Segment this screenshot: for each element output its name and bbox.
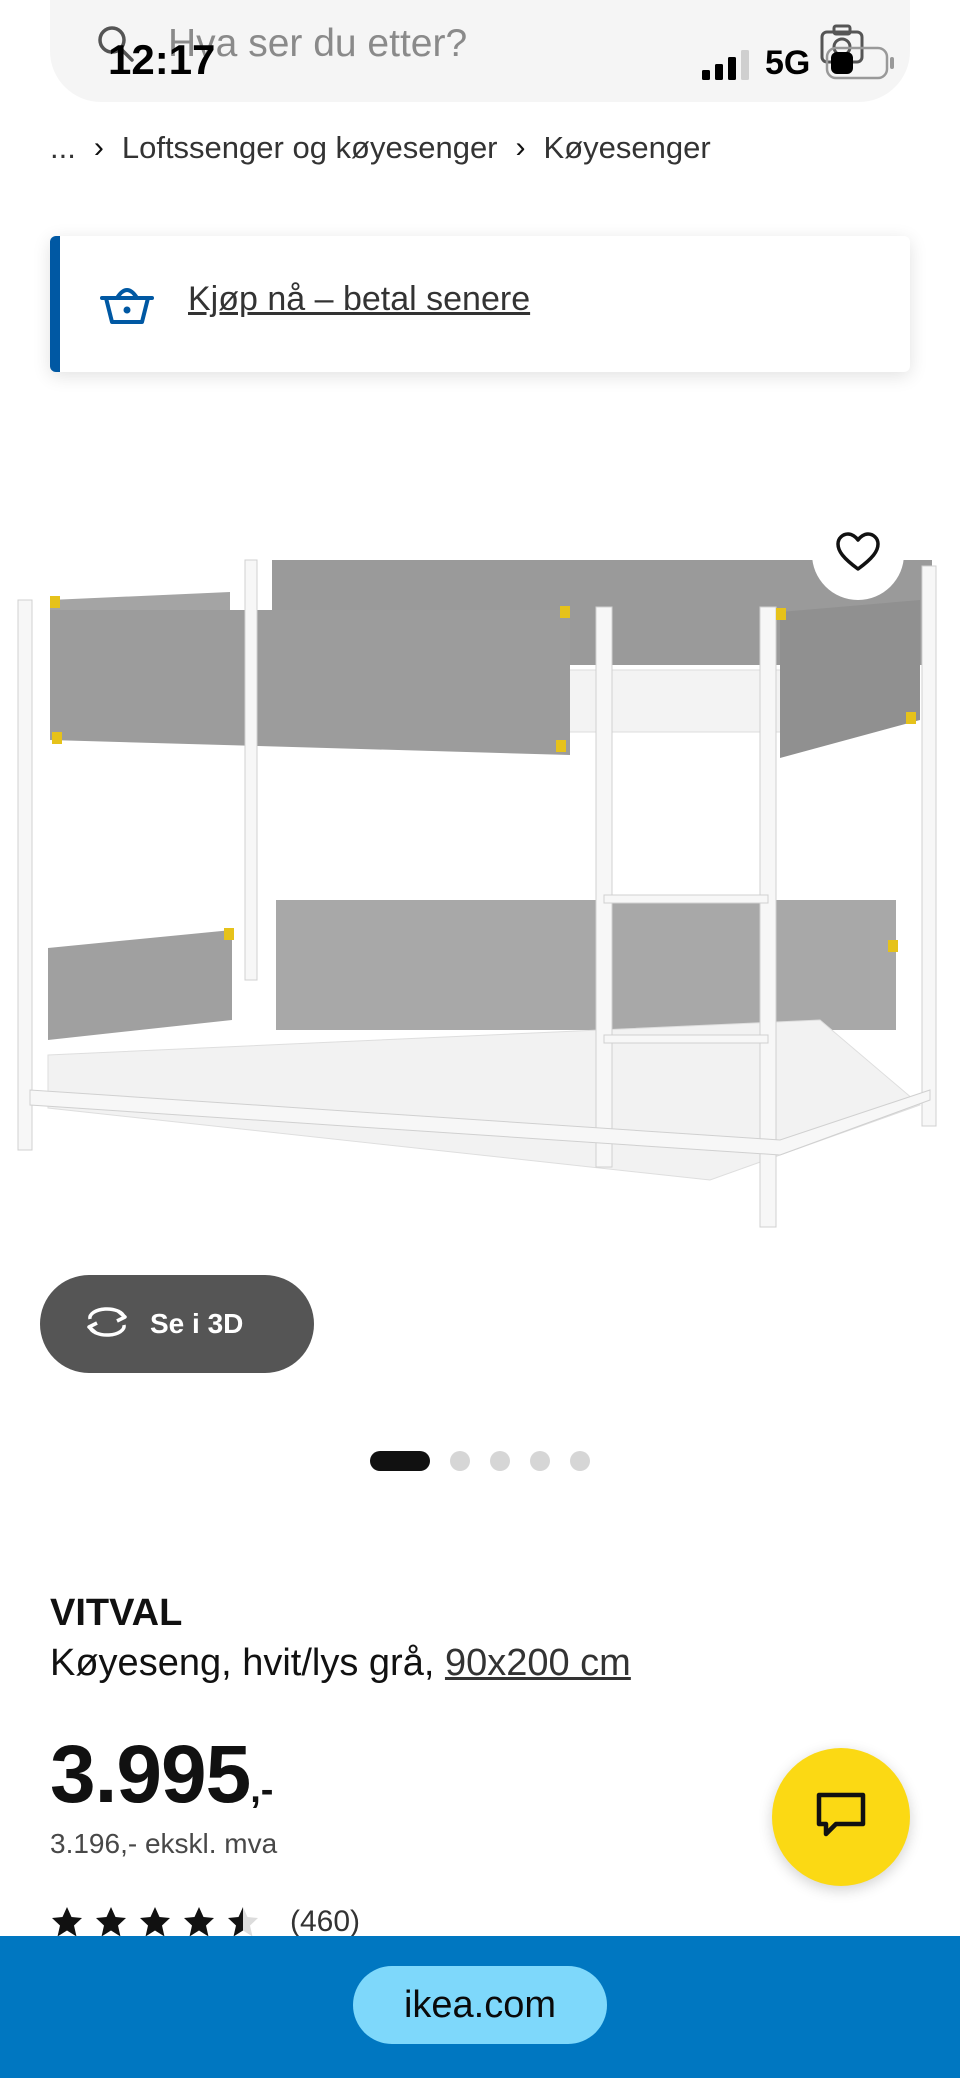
carousel-dot[interactable] xyxy=(450,1451,470,1471)
size-link[interactable]: 90x200 cm xyxy=(445,1642,631,1684)
network-label: 5G xyxy=(765,44,811,82)
url-field[interactable]: ikea.com xyxy=(353,1966,607,2044)
price: 3.995,- xyxy=(50,1728,273,1822)
rating-stars xyxy=(50,1905,260,1939)
chat-button[interactable] xyxy=(772,1748,910,1886)
see-in-3d-label: Se i 3D xyxy=(150,1308,244,1339)
price-suffix: ,- xyxy=(250,1769,274,1811)
star-icon xyxy=(96,1907,126,1937)
chat-icon xyxy=(814,1790,868,1845)
star-icon xyxy=(140,1907,170,1937)
carousel-dot[interactable] xyxy=(490,1451,510,1471)
price-ex-vat: 3.196,- ekskl. mva xyxy=(50,1828,278,1859)
product-image[interactable] xyxy=(0,500,960,1380)
price-main: 3.995 xyxy=(50,1729,251,1820)
buy-now-pay-later-link[interactable]: Kjøp nå – betal senere xyxy=(188,280,530,319)
buy-now-pay-later-banner[interactable]: Kjøp nå – betal senere xyxy=(50,236,910,372)
review-count[interactable]: (460) xyxy=(290,1905,360,1939)
breadcrumb-more[interactable]: ... xyxy=(50,130,76,166)
breadcrumb-koyesenger[interactable]: Køyesenger xyxy=(544,130,711,166)
heart-icon xyxy=(835,531,881,578)
breadcrumb-separator: › xyxy=(515,131,526,164)
carousel-dot[interactable] xyxy=(570,1451,590,1471)
breadcrumb-loftssenger[interactable]: Loftssenger og køyesenger xyxy=(122,130,498,166)
signal-icon xyxy=(700,50,752,80)
carousel-dot[interactable] xyxy=(370,1451,430,1471)
status-time: 12:17 xyxy=(108,36,216,83)
breadcrumb: ... › Loftssenger og køyesenger › Køyese… xyxy=(50,130,711,166)
breadcrumb-separator: › xyxy=(93,131,104,164)
battery-icon xyxy=(825,46,895,80)
star-icon xyxy=(52,1907,82,1937)
rotate-3d-icon xyxy=(82,1305,132,1344)
product-description: Køyeseng, hvit/lys grå, 90x200 cm xyxy=(50,1642,631,1685)
product-name: VITVAL xyxy=(50,1592,183,1634)
carousel-dot[interactable] xyxy=(530,1451,550,1471)
product-description-text: Køyeseng, hvit/lys grå, xyxy=(50,1642,435,1684)
star-icon xyxy=(228,1907,258,1937)
rating[interactable]: (460) xyxy=(50,1905,360,1939)
favorite-button[interactable] xyxy=(812,508,904,600)
star-icon xyxy=(184,1907,214,1937)
see-in-3d-button[interactable]: Se i 3D xyxy=(40,1275,314,1373)
carousel-pagination xyxy=(370,1451,590,1471)
basket-icon xyxy=(100,282,154,328)
